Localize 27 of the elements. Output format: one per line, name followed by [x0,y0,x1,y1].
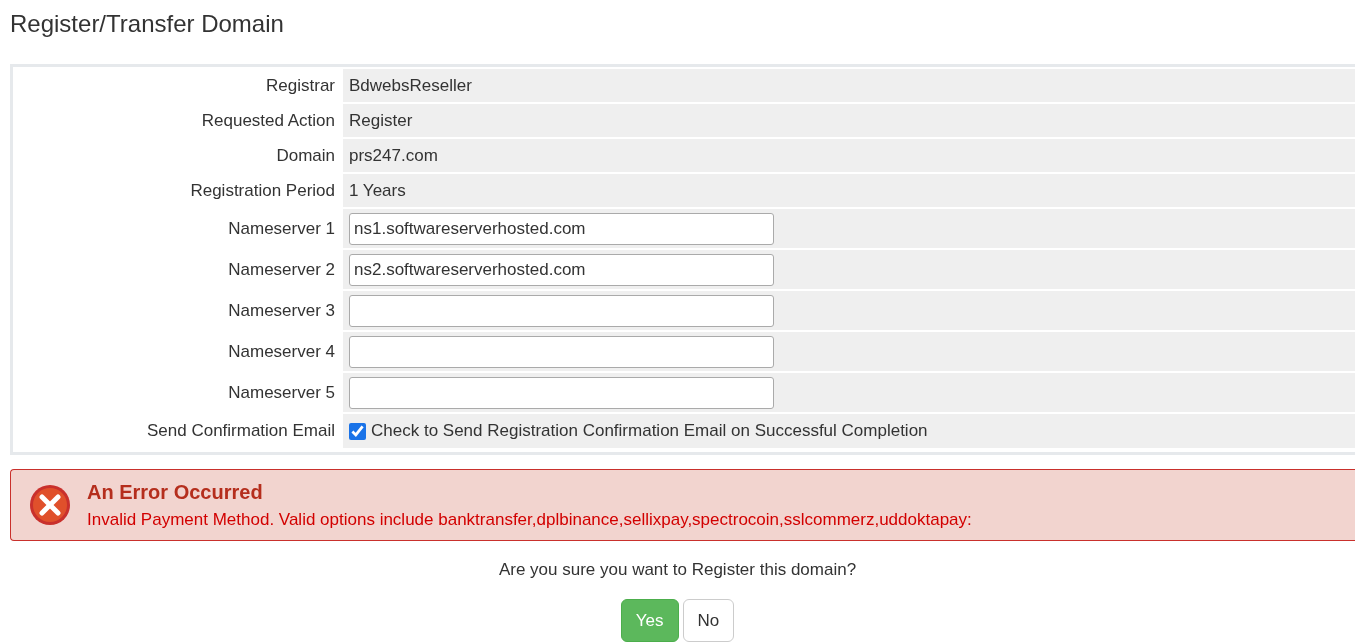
no-button[interactable]: No [682,598,735,642]
field-label: Requested Action [201,109,335,132]
field-value: BdwebsReseller [349,74,472,97]
field-label: Nameserver 3 [228,299,335,322]
field-label: Nameserver 5 [228,381,335,404]
nameserver-field[interactable] [349,335,774,368]
field-value: 1 Years [349,179,406,202]
page-title: Register/Transfer Domain [10,10,285,39]
field-label: Domain [276,144,335,167]
checkbox[interactable] [349,422,366,440]
confirm-question: Are you sure you want to Register this domain? [497,559,858,581]
error-title: An Error Occurred [87,480,264,506]
field-label: Nameserver 2 [228,258,335,281]
field-value: prs247.com [349,144,438,167]
error-message: Invalid Payment Method. Valid options include banktransfer,dplbinance,sellixpay,spectrocoin,sslcommerz,uddoktapay: [87,509,972,532]
field-label: Registration Period [190,179,335,202]
nameserver-field[interactable] [349,376,774,409]
error-icon [29,484,71,526]
field-label: Nameserver 4 [228,340,335,363]
nameserver-field[interactable]: ns1.softwareserverhosted.com [349,212,774,245]
nameserver-field[interactable] [349,294,774,327]
field-value: Register [349,109,413,132]
field-label: Send Confirmation Email [146,420,335,443]
checkbox-label: Check to Send Registration Confirmation Email on Successful Completion [371,420,928,443]
field-label: Registrar [266,74,335,97]
nameserver-field[interactable]: ns2.softwareserverhosted.com [349,253,774,286]
field-label: Nameserver 1 [228,217,335,240]
